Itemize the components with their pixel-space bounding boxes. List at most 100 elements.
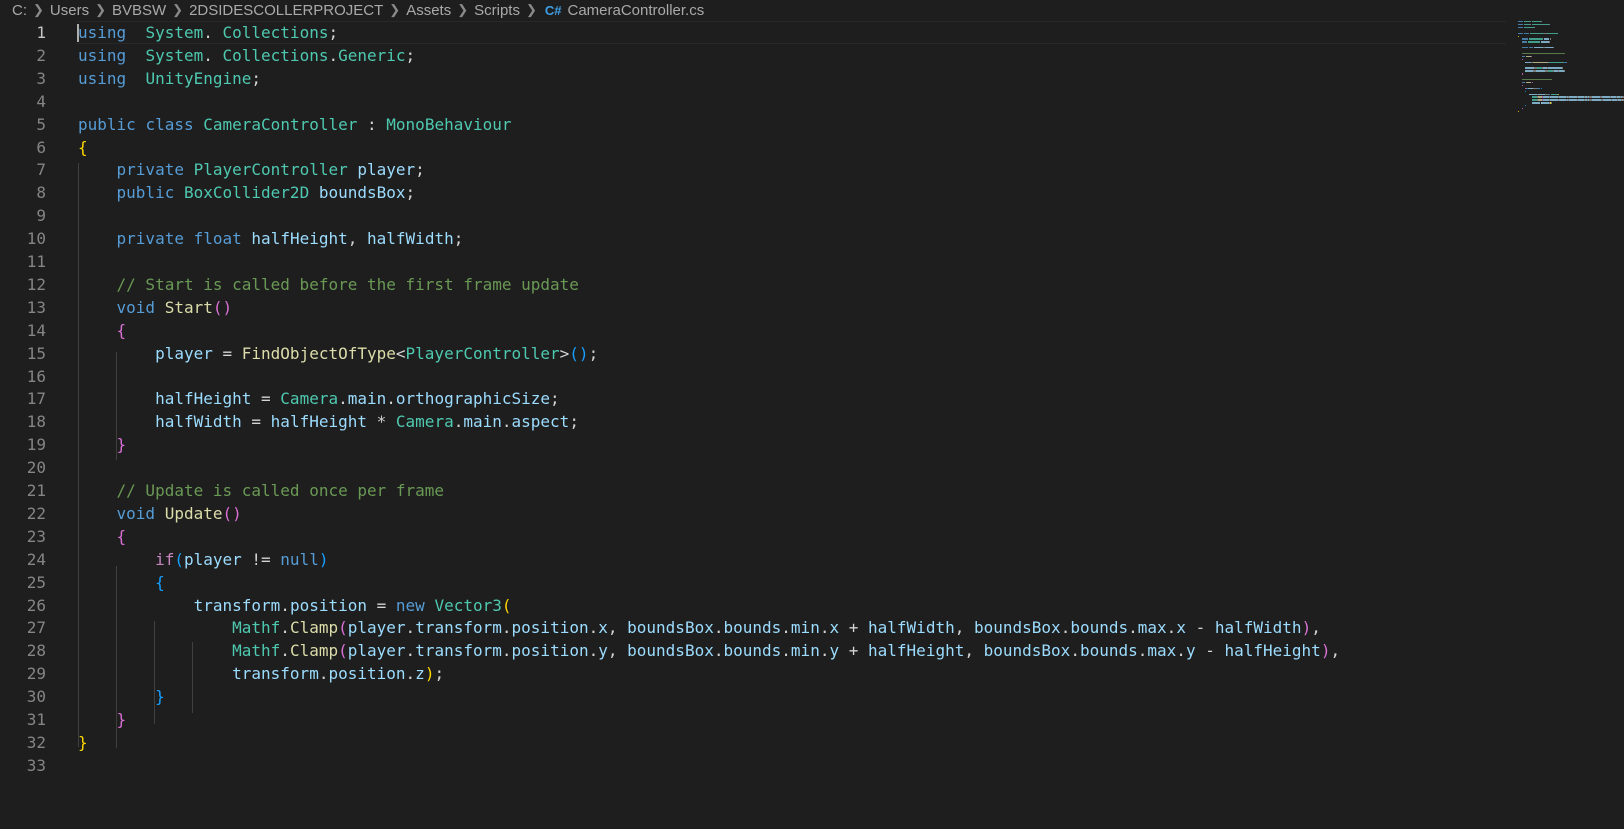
code-token: halfHeight xyxy=(155,389,252,409)
code-token: . xyxy=(588,618,599,638)
code-line[interactable]: 25 { xyxy=(0,571,1500,595)
code-token: . xyxy=(328,45,339,65)
code-line[interactable]: 18 halfWidth = halfHeight * Camera.main.… xyxy=(0,410,1500,434)
code-text: } xyxy=(78,685,165,709)
code-line[interactable]: 28 Mathf.Clamp(player.transform.position… xyxy=(0,639,1500,663)
minimap-token xyxy=(1525,70,1534,72)
breadcrumb-item[interactable]: BVBSW xyxy=(112,2,166,19)
code-token: private xyxy=(116,160,184,180)
code-line[interactable]: 13 void Start() xyxy=(0,296,1500,320)
minimap-token xyxy=(1531,81,1534,84)
breadcrumb-item[interactable]: 2DSIDESCOLLERPROJECT xyxy=(189,2,383,19)
code-token: = xyxy=(241,412,271,432)
code-line[interactable]: 2 using System. Collections.Generic; xyxy=(0,44,1500,68)
minimap-token xyxy=(1558,96,1566,98)
minimap-token xyxy=(1591,96,1600,98)
code-line[interactable]: 12 // Start is called before the first f… xyxy=(0,273,1500,297)
code-token: , xyxy=(954,618,974,638)
code-token: , xyxy=(964,641,984,661)
code-line[interactable]: 20 xyxy=(0,456,1500,480)
code-line[interactable]: 27 Mathf.Clamp(player.transform.position… xyxy=(0,616,1500,640)
code-text: using System. Collections.Generic; xyxy=(78,44,415,68)
code-line[interactable]: 11 xyxy=(0,250,1500,274)
code-token: transform xyxy=(415,641,502,661)
code-token: y xyxy=(1185,641,1196,661)
code-line[interactable]: 9 xyxy=(0,204,1500,228)
code-line[interactable]: 8 public BoxCollider2D boundsBox; xyxy=(0,181,1500,205)
code-line[interactable]: 15 player = FindObjectOfType<PlayerContr… xyxy=(0,342,1500,366)
code-token: BoxCollider2D xyxy=(183,183,310,203)
minimap[interactable] xyxy=(1518,21,1624,141)
code-line[interactable]: 29 transform.position.z); xyxy=(0,662,1500,686)
code-token: < xyxy=(395,343,406,363)
code-line[interactable]: 24 if(player != null) xyxy=(0,548,1500,572)
line-number: 5 xyxy=(36,114,46,134)
code-token: . xyxy=(405,618,416,638)
code-line[interactable]: 6{ xyxy=(0,136,1500,160)
code-token: PlayerController xyxy=(405,343,560,363)
code-token: Collections xyxy=(222,23,329,42)
code-token: halfHeight xyxy=(251,229,348,249)
code-token: , xyxy=(607,641,628,661)
code-token: boundsBox xyxy=(627,618,714,638)
code-token: public xyxy=(116,183,175,203)
code-line[interactable]: 3 using UnityEngine; xyxy=(0,67,1500,91)
breadcrumb-item[interactable]: Scripts xyxy=(474,2,520,19)
code-token: . xyxy=(1176,641,1186,661)
breadcrumb-item[interactable]: C: xyxy=(12,2,27,19)
line-number: 14 xyxy=(26,320,46,340)
code-token: . xyxy=(203,45,223,65)
code-line[interactable]: 23 { xyxy=(0,525,1500,549)
code-text: void Start() xyxy=(78,296,233,320)
code-token: ) xyxy=(318,549,329,569)
code-line[interactable]: 21 // Update is called once per frame xyxy=(0,479,1500,503)
code-line[interactable]: 14 { xyxy=(0,319,1500,343)
minimap-token xyxy=(1532,102,1541,104)
line-number: 10 xyxy=(26,229,46,249)
breadcrumb-item[interactable]: Assets xyxy=(406,2,451,19)
code-token: - xyxy=(1185,618,1215,638)
code-line[interactable]: 26 transform.position = new Vector3( xyxy=(0,594,1500,618)
code-token: UnityEngine xyxy=(145,68,252,88)
code-token: : xyxy=(357,114,387,134)
code-line[interactable]: 4 xyxy=(0,90,1500,114)
code-line[interactable]: 33 xyxy=(0,754,1500,778)
code-token: CameraController xyxy=(203,114,358,134)
code-token: bounds xyxy=(723,618,782,638)
code-editor[interactable]: 1 using System. Collections; 2 using System… xyxy=(0,21,1624,829)
code-token: Collections xyxy=(222,45,329,65)
code-text: private float halfHeight, halfWidth; xyxy=(78,227,464,251)
code-line[interactable]: 16 xyxy=(0,365,1500,389)
minimap-token xyxy=(1521,41,1527,43)
code-line[interactable]: 30 } xyxy=(0,685,1500,709)
breadcrumb-file-name[interactable]: CameraController.cs xyxy=(568,2,705,19)
code-line[interactable]: 31 } xyxy=(0,708,1500,732)
code-text: { xyxy=(78,136,88,160)
code-token: ) xyxy=(1320,641,1331,661)
code-token: . xyxy=(1060,618,1071,638)
code-line[interactable]: 32} xyxy=(0,731,1500,755)
minimap-token xyxy=(1529,32,1545,34)
code-token: . xyxy=(405,641,416,661)
code-line[interactable]: 22 void Update() xyxy=(0,502,1500,526)
breadcrumb-item[interactable]: Users xyxy=(50,2,89,19)
code-text: { xyxy=(78,525,127,549)
minimap-token xyxy=(1518,21,1523,23)
code-line[interactable]: 1 using System. Collections; xyxy=(0,21,1506,45)
code-token: bounds xyxy=(1079,641,1138,661)
code-line[interactable]: 17 halfHeight = Camera.main.orthographic… xyxy=(0,387,1500,411)
code-line[interactable]: 7 private PlayerController player; xyxy=(0,158,1500,182)
line-number: 3 xyxy=(36,68,46,88)
line-number: 30 xyxy=(26,687,46,707)
code-token: * xyxy=(367,412,396,432)
code-line[interactable]: 10 private float halfHeight, halfWidth; xyxy=(0,227,1500,251)
code-line[interactable]: 5 public class CameraController : MonoBeh… xyxy=(0,113,1500,137)
code-line[interactable]: 19 } xyxy=(0,433,1500,457)
